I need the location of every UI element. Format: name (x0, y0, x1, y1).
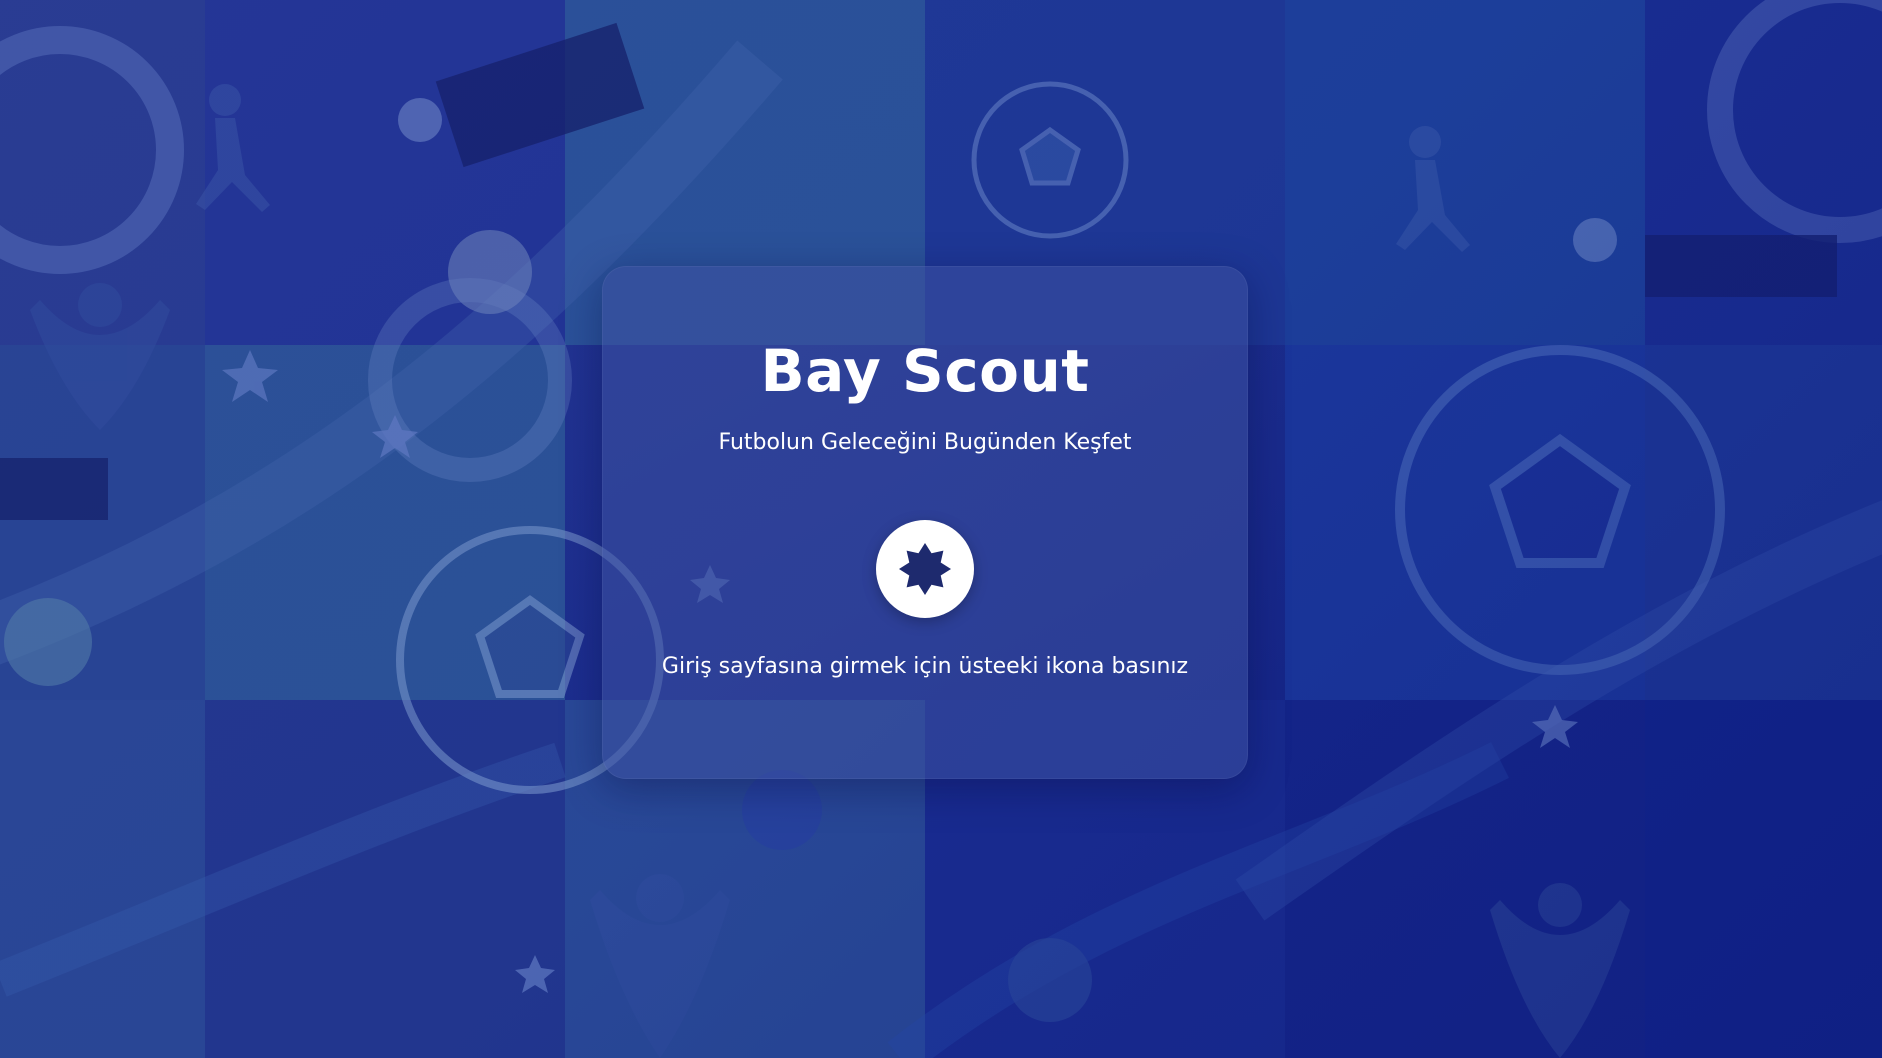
badge-star-icon (899, 543, 951, 595)
welcome-card: Bay Scout Futbolun Geleceğini Bugünden K… (602, 266, 1248, 779)
app-tagline: Futbolun Geleceğini Bugünden Keşfet (718, 430, 1132, 455)
landing-page: Bay Scout Futbolun Geleceğini Bugünden K… (0, 0, 1882, 1058)
app-title: Bay Scout (760, 337, 1090, 405)
enter-button[interactable] (876, 520, 974, 618)
login-hint: Giriş sayfasına girmek için üsteeki ikon… (661, 654, 1189, 679)
